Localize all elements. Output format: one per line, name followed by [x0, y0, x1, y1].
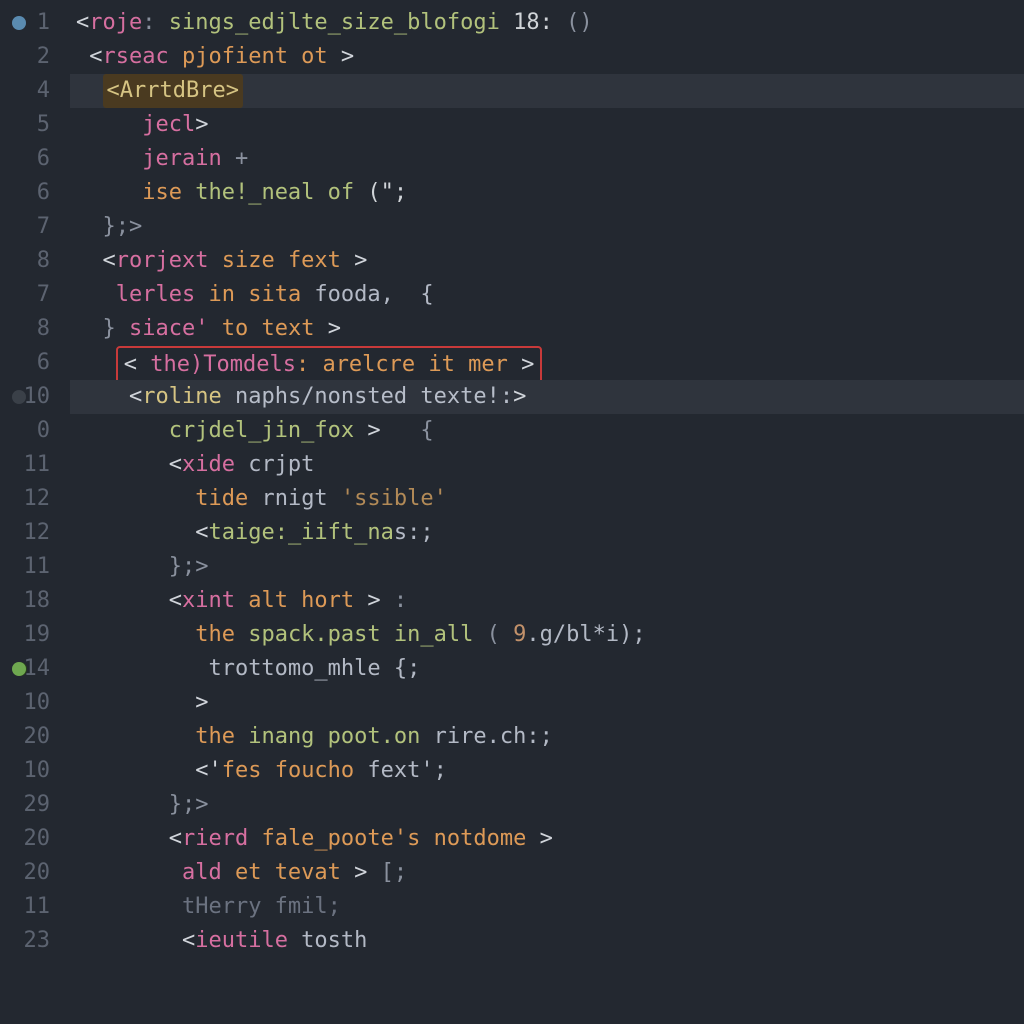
gutter-line[interactable]: 20 [0, 720, 70, 754]
code-line[interactable]: tide rnigt 'ssible' [70, 482, 1024, 516]
gutter-line[interactable]: 18 [0, 584, 70, 618]
gutter-line[interactable]: 1 [0, 6, 70, 40]
code-area[interactable]: <roje: sings_edjlte_size_blofogi 18: () … [70, 0, 1024, 1024]
code-line-current[interactable]: <roline naphs/nonsted texte!:> [70, 380, 1024, 414]
gutter-line[interactable]: 20 [0, 822, 70, 856]
gutter-line[interactable]: 10 [0, 754, 70, 788]
code-line[interactable]: lerles in sita fooda, { [70, 278, 1024, 312]
code-line[interactable]: ise the!_neal of ("; [70, 176, 1024, 210]
code-line[interactable]: };> [70, 210, 1024, 244]
gutter-line[interactable]: 8 [0, 244, 70, 278]
gutter-line[interactable]: 2 [0, 40, 70, 74]
gutter-line[interactable]: 12 [0, 516, 70, 550]
gutter-line[interactable]: 7 [0, 278, 70, 312]
gutter-line[interactable]: 12 [0, 482, 70, 516]
breakpoint-icon[interactable] [12, 16, 26, 30]
code-line[interactable]: <taige:_iift_nas:; [70, 516, 1024, 550]
code-line[interactable]: crjdel_jin_fox > { [70, 414, 1024, 448]
gutter-line[interactable]: 23 [0, 924, 70, 958]
code-line[interactable]: <xide crjpt [70, 448, 1024, 482]
gutter-line[interactable]: 19 [0, 618, 70, 652]
gutter-line[interactable]: 8 [0, 312, 70, 346]
gutter-line[interactable]: 14 [0, 652, 70, 686]
code-line[interactable]: } siace' to text > [70, 312, 1024, 346]
code-line[interactable]: <xint alt hort > : [70, 584, 1024, 618]
code-line[interactable]: ald et tevat > [; [70, 856, 1024, 890]
gutter-line[interactable]: 6 [0, 142, 70, 176]
gutter-line[interactable]: 7 [0, 210, 70, 244]
git-added-icon[interactable] [12, 662, 26, 676]
code-line[interactable]: jerain + [70, 142, 1024, 176]
code-line[interactable]: <rorjext size fext > [70, 244, 1024, 278]
code-line[interactable]: the inang poot.on rire.ch:; [70, 720, 1024, 754]
code-line[interactable]: > [70, 686, 1024, 720]
gutter-line[interactable]: 11 [0, 550, 70, 584]
code-line[interactable]: <rseac pjofient ot > [70, 40, 1024, 74]
code-line[interactable]: trottomo_mhle {; [70, 652, 1024, 686]
marker-icon[interactable] [12, 390, 26, 404]
gutter-line[interactable]: 5 [0, 108, 70, 142]
code-line[interactable]: <ieutile tosth [70, 924, 1024, 958]
code-line[interactable]: };> [70, 788, 1024, 822]
code-line[interactable]: the spack.past in_all ( 9.g/bl*i); [70, 618, 1024, 652]
code-line[interactable]: <'fes foucho fext'; [70, 754, 1024, 788]
code-line[interactable]: tHerry fmil; [70, 890, 1024, 924]
code-line[interactable]: <roje: sings_edjlte_size_blofogi 18: () [70, 6, 1024, 40]
gutter-line[interactable]: 20 [0, 856, 70, 890]
gutter-line[interactable]: 6 [0, 346, 70, 380]
gutter-line[interactable]: 11 [0, 448, 70, 482]
highlighted-tag: <ArrtdBre> [103, 74, 243, 108]
line-number-gutter: 1 2 4 5 6 6 7 8 7 8 6 10 0 11 12 12 11 1… [0, 0, 70, 1024]
gutter-line[interactable]: 10 [0, 380, 70, 414]
code-line-boxed[interactable]: < the)Tomdels: arelcre it mer > [70, 346, 1024, 380]
code-line[interactable]: };> [70, 550, 1024, 584]
gutter-line[interactable]: 10 [0, 686, 70, 720]
error-highlight-box: < the)Tomdels: arelcre it mer > [116, 346, 543, 384]
gutter-line[interactable]: 6 [0, 176, 70, 210]
code-line[interactable]: <rierd fale_poote's notdome > [70, 822, 1024, 856]
gutter-line[interactable]: 4 [0, 74, 70, 108]
gutter-line[interactable]: 0 [0, 414, 70, 448]
gutter-line[interactable]: 11 [0, 890, 70, 924]
code-line[interactable]: jecl> [70, 108, 1024, 142]
code-editor: 1 2 4 5 6 6 7 8 7 8 6 10 0 11 12 12 11 1… [0, 0, 1024, 1024]
code-line-highlighted[interactable]: <ArrtdBre> [70, 74, 1024, 108]
gutter-line[interactable]: 29 [0, 788, 70, 822]
